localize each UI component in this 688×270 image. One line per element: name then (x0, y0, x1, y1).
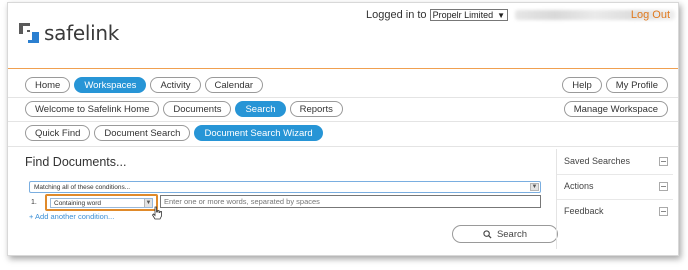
my-profile-button[interactable]: My Profile (605, 77, 668, 93)
nav-workspaces[interactable]: Workspaces (74, 77, 147, 93)
collapse-icon[interactable] (659, 206, 668, 216)
divider (8, 97, 678, 98)
condition-type-value: Containing word (54, 199, 101, 207)
logo-mark-icon (19, 23, 39, 43)
collapse-icon[interactable] (659, 156, 668, 166)
tab-document-search-wizard[interactable]: Document Search Wizard (194, 125, 323, 141)
panel-label: Feedback (564, 206, 604, 216)
organisation-select[interactable]: Propelr Limited ▼ (429, 9, 509, 21)
divider (8, 146, 678, 147)
header-divider (8, 68, 678, 69)
organisation-value: Propelr Limited (432, 10, 494, 20)
collapse-icon[interactable] (659, 181, 668, 191)
search-icon (483, 229, 492, 239)
help-button[interactable]: Help (562, 77, 602, 93)
panel-saved-searches[interactable]: Saved Searches (564, 156, 668, 166)
safelink-logo[interactable]: safelink (18, 21, 119, 45)
tab-quick-find[interactable]: Quick Find (25, 125, 91, 141)
search-button[interactable]: Search (452, 225, 558, 243)
add-condition-link[interactable]: + Add another condition... (29, 212, 114, 221)
sidebar-panels: Saved Searches Actions Feedback (556, 149, 673, 249)
chevron-down-icon[interactable]: ▼ (530, 183, 539, 191)
nav-calendar[interactable]: Calendar (204, 77, 264, 93)
logged-in-label: Logged in to (366, 9, 427, 21)
condition-row-number: 1. (31, 199, 37, 206)
app-window: safelink Logged in to Propelr Limited ▼ … (7, 2, 679, 256)
divider (557, 174, 673, 175)
search-terms-placeholder: Enter one or more words, separated by sp… (164, 197, 320, 206)
chevron-down-icon: ▼ (497, 10, 506, 20)
manage-workspace-button[interactable]: Manage Workspace (563, 101, 668, 117)
login-status: Logged in to Propelr Limited ▼ (366, 9, 676, 21)
nav-home[interactable]: Home (25, 77, 71, 93)
divider (8, 121, 678, 122)
condition-type-select[interactable]: Containing word ▼ (45, 194, 158, 211)
workspace-actions: Manage Workspace (563, 101, 668, 117)
panel-label: Saved Searches (564, 156, 631, 166)
match-mode-select[interactable]: Matching all of these conditions... ▼ (29, 181, 541, 193)
tab-documents[interactable]: Documents (163, 101, 232, 117)
search-terms-input[interactable]: Enter one or more words, separated by sp… (160, 195, 541, 208)
search-tabs: Quick Find Document Search Document Sear… (25, 125, 674, 141)
logout-link[interactable]: Log Out (631, 9, 670, 21)
nav-activity[interactable]: Activity (150, 77, 201, 93)
tab-welcome[interactable]: Welcome to Safelink Home (25, 101, 160, 117)
brand-name: safelink (44, 21, 119, 45)
panel-label: Actions (564, 181, 594, 191)
panel-feedback[interactable]: Feedback (564, 206, 668, 216)
match-mode-value: Matching all of these conditions... (34, 183, 131, 191)
search-button-label: Search (496, 228, 528, 240)
condition-type-box[interactable]: Containing word ▼ (50, 198, 153, 208)
tab-search[interactable]: Search (235, 101, 286, 117)
hand-cursor-icon (151, 206, 162, 220)
tab-document-search[interactable]: Document Search (94, 125, 191, 141)
tab-reports[interactable]: Reports (289, 101, 343, 117)
panel-actions[interactable]: Actions (564, 181, 668, 191)
divider (557, 199, 673, 200)
page-title: Find Documents... (25, 155, 127, 169)
utility-nav: Help My Profile (562, 77, 668, 93)
